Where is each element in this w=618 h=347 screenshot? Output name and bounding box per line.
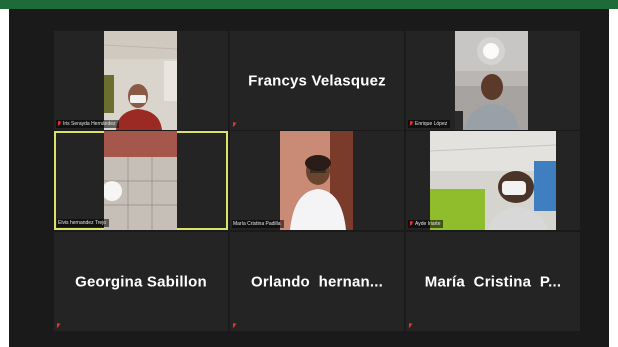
participant-video (280, 131, 353, 230)
participant-name-label: Enrique López (408, 120, 451, 128)
muted-mic-icon (232, 122, 236, 128)
title-bar (0, 0, 618, 9)
participant-tile-7[interactable]: Georgina Sabillon (54, 232, 228, 331)
participant-name-label: Iris Serayda Hernández (56, 120, 119, 128)
participant-tile-6[interactable]: Ayde Iriarte (406, 131, 580, 230)
participant-display-name: María Cristina P... (424, 273, 562, 290)
participant-tile-3[interactable]: Enrique López (406, 31, 580, 130)
muted-mic-icon (408, 323, 412, 329)
meeting-gallery-view: Iris Serayda Hernández Francys Velasquez… (9, 9, 609, 347)
participant-tile-4[interactable]: Elvis hernandez Trejo (54, 131, 228, 230)
participant-video (455, 31, 528, 130)
participant-video (104, 31, 177, 130)
participant-tile-5[interactable]: María Cristina Padilla (230, 131, 404, 230)
muted-mic-icon (232, 323, 236, 329)
participant-display-name: Francys Velasquez (248, 72, 386, 89)
participant-video (430, 131, 556, 230)
muted-mic-icon (409, 121, 413, 127)
participant-tile-1[interactable]: Iris Serayda Hernández (54, 31, 228, 130)
participant-video (104, 131, 177, 230)
participant-tile-8[interactable]: Orlando hernan... (230, 232, 404, 331)
muted-mic-icon (57, 121, 61, 127)
participant-name-label: Elvis hernandez Trejo (57, 219, 110, 227)
muted-mic-icon (56, 323, 60, 329)
muted-mic-icon (409, 221, 413, 227)
participant-display-name: Georgina Sabillon (75, 273, 207, 290)
participant-tile-9[interactable]: María Cristina P... (406, 232, 580, 331)
participant-name-label: María Cristina Padilla (232, 220, 284, 228)
participant-tile-2[interactable]: Francys Velasquez (230, 31, 404, 130)
participant-display-name: Orlando hernan... (251, 273, 383, 290)
participant-name-label: Ayde Iriarte (408, 220, 444, 228)
